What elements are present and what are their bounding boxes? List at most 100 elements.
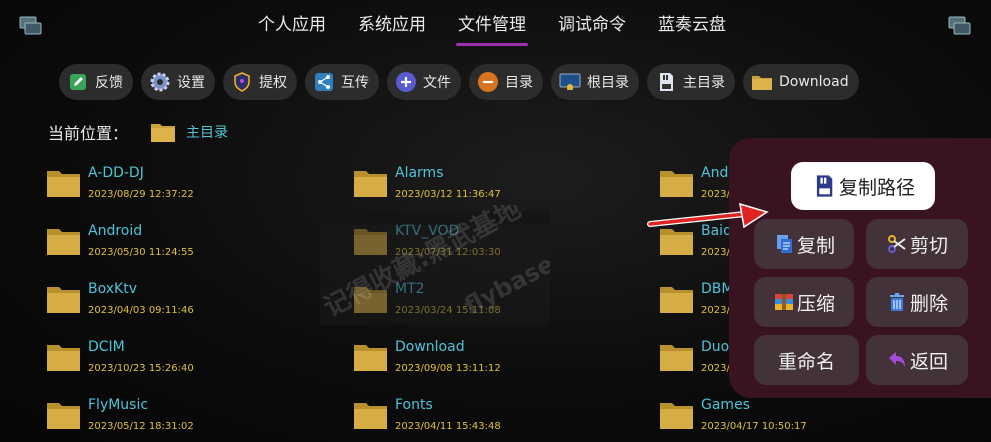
location-label: 当前位置： [48,124,129,143]
file-name: BoxKtv [88,281,137,297]
copy-button[interactable]: 复制 [754,219,854,269]
new-file-button[interactable]: 文件 [387,64,461,100]
copy-file-icon [776,235,792,253]
transfer-label: 互传 [341,75,369,91]
download-shortcut-button[interactable]: Download [743,64,859,100]
tab-lanzou-cloud[interactable]: 蓝奏云盘 [642,0,742,48]
copy-path-button[interactable]: 复制路径 [791,162,935,210]
device-switch-icon[interactable] [19,16,43,36]
file-list-item[interactable]: MT2 2023/03/24 15:11:08 [353,274,623,332]
file-name: Baid [701,223,732,239]
toolbar: 反馈 设置 提权 互传 文件 目录 根目录 主目录 Download [59,64,859,100]
share-icon [315,73,333,91]
trash-icon [889,293,904,311]
folder-icon [660,345,693,371]
file-date: 2023/04/11 15:43:48 [395,421,501,432]
folder-icon [47,287,80,313]
file-name: Download [395,339,465,355]
folder-icon [660,287,693,313]
scissors-icon [887,235,906,253]
file-list-item[interactable]: Android 2023/05/30 11:24:55 [46,216,316,274]
sd-card-icon [660,73,673,91]
rename-button[interactable]: 重命名 [754,335,859,385]
location-path[interactable]: 主目录 [186,122,228,142]
file-name: FlyMusic [88,397,149,413]
file-list-item[interactable]: Alarms 2023/03/12 11:36:47 [353,158,623,216]
gear-icon [150,72,170,92]
sd-card-icon [816,175,833,197]
tab-system-apps[interactable]: 系统应用 [342,0,442,48]
monitor-icon [559,73,581,90]
back-button[interactable]: 返回 [866,335,968,385]
tab-file-manager[interactable]: 文件管理 [442,0,542,48]
file-column: Alarms 2023/03/12 11:36:47 KTV_VOD 2023/07/… [353,158,623,442]
folder-icon [660,403,693,429]
rename-label: 重命名 [777,350,835,373]
location-bar: 当前位置： 主目录 [48,120,228,144]
elevate-label: 提权 [259,75,287,91]
file-date: 2023/05/12 18:31:02 [88,421,194,432]
folder-icon [354,345,387,371]
file-date: 2023/08/29 12:37:22 [88,189,194,200]
file-name: DCIM [88,339,125,355]
file-name: KTV_VOD [395,223,460,239]
folder-icon [354,229,387,255]
folder-icon [354,287,387,313]
file-name: A-DD-DJ [88,165,144,181]
top-tab-bar: 个人应用 系统应用 文件管理 调试命令 蓝奏云盘 [242,0,742,48]
file-date: 2023/03/24 15:11:08 [395,305,501,316]
new-file-label: 文件 [423,75,451,91]
file-list-item[interactable]: DCIM 2023/10/23 15:26:40 [46,332,316,390]
folder-icon [151,124,176,142]
folder-icon [752,76,772,90]
feedback-label: 反馈 [95,75,123,91]
home-directory-label: 主目录 [683,75,725,91]
file-name: Android [88,223,143,239]
plus-icon [396,72,416,92]
compress-button[interactable]: 压缩 [754,277,854,327]
delete-button[interactable]: 删除 [866,277,968,327]
copy-path-label: 复制路径 [838,176,915,199]
file-list-item[interactable]: Fonts 2023/04/11 15:43:48 [353,390,623,442]
root-directory-button[interactable]: 根目录 [551,64,639,100]
file-date: 2023/09/08 13:11:12 [395,363,501,374]
file-list-item[interactable]: A-DD-DJ 2023/08/29 12:37:22 [46,158,316,216]
new-folder-button[interactable]: 目录 [469,64,543,100]
settings-button[interactable]: 设置 [141,64,215,100]
device-switch-icon[interactable] [948,16,972,36]
back-label: 返回 [909,350,948,373]
tab-personal-apps[interactable]: 个人应用 [242,0,342,48]
cut-button[interactable]: 剪切 [866,219,968,269]
file-name: Duo [701,339,730,355]
feedback-button[interactable]: 反馈 [59,64,133,100]
plus-orange-icon [478,72,498,92]
folder-icon [47,171,80,197]
file-action-popup: 复制路径 复制 剪切 压缩 删除 重命名 返回 [729,138,991,398]
file-list-item[interactable]: KTV_VOD 2023/07/31 12:03:30 [353,216,623,274]
home-directory-button[interactable]: 主目录 [647,64,735,100]
folder-icon [660,171,693,197]
download-shortcut-label: Download [779,74,849,90]
folder-icon [354,403,387,429]
settings-label: 设置 [177,75,205,91]
file-name: Alarms [395,165,444,181]
transfer-button[interactable]: 互传 [305,64,379,100]
tab-debug-commands[interactable]: 调试命令 [542,0,642,48]
file-list-item[interactable]: FlyMusic 2023/05/12 18:31:02 [46,390,316,442]
compress-label: 压缩 [796,292,835,315]
file-date: 2023/07/31 12:03:30 [395,247,501,258]
folder-icon [47,345,80,371]
elevate-privilege-button[interactable]: 提权 [223,64,297,100]
file-list-item[interactable]: Download 2023/09/08 13:11:12 [353,332,623,390]
file-name: MT2 [395,281,425,297]
delete-label: 删除 [909,292,948,315]
file-name: Games [701,397,750,413]
archive-icon [774,294,793,310]
file-date: 2023/05/30 11:24:55 [88,247,194,258]
file-date: 2023/10/23 15:26:40 [88,363,194,374]
copy-label: 复制 [796,234,835,257]
file-date: 2023/03/12 11:36:47 [395,189,501,200]
file-list-item[interactable]: BoxKtv 2023/04/03 09:11:46 [46,274,316,332]
file-date: 2023/04/17 10:50:17 [701,421,807,432]
folder-icon [47,229,80,255]
